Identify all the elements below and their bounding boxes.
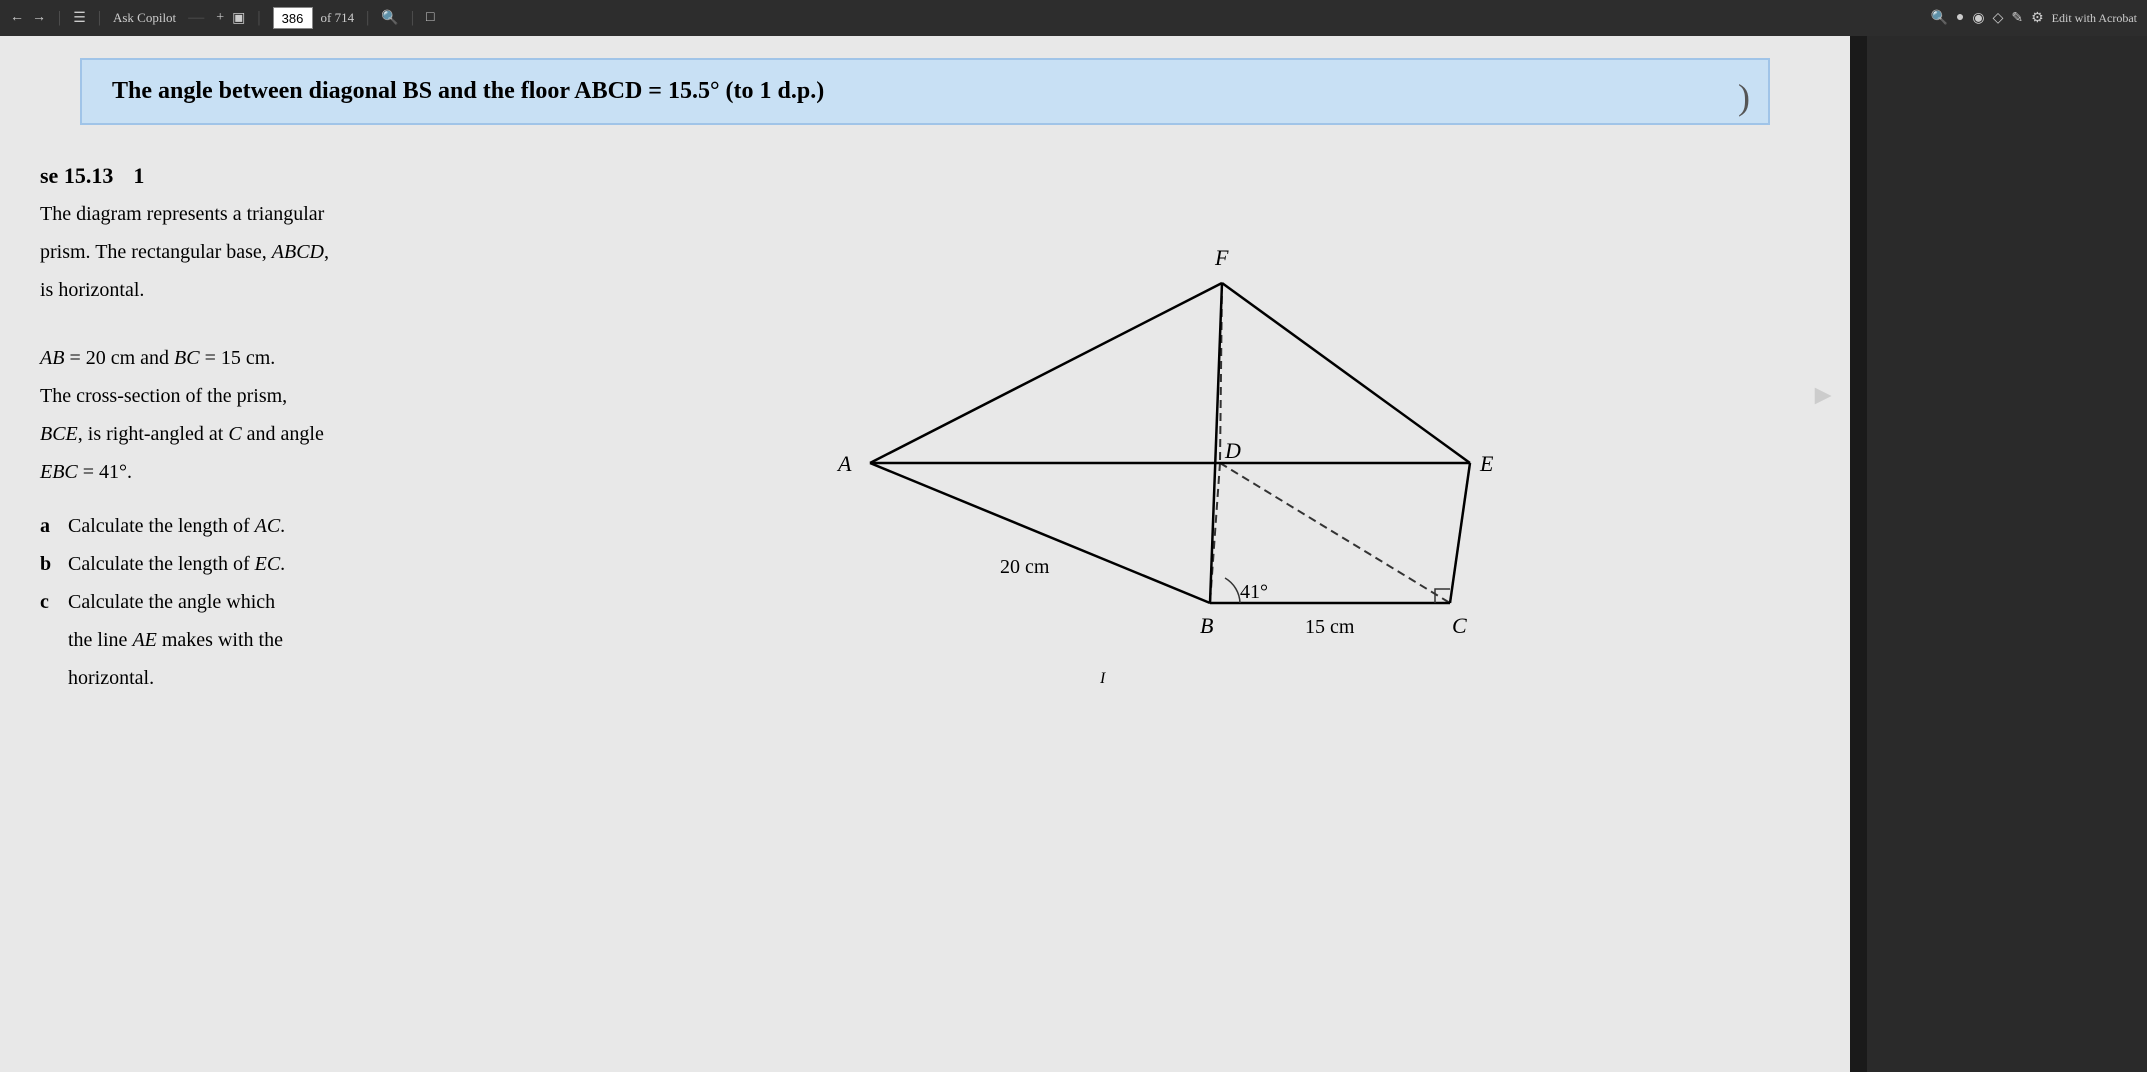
answer-banner: The angle between diagonal BS and the fl… <box>80 58 1770 125</box>
part-b-row: b Calculate the length of EC. <box>40 545 470 583</box>
answer-banner-text: The angle between diagonal BS and the fl… <box>112 78 824 104</box>
part-a-text: Calculate the length of AC. <box>68 507 285 545</box>
edge-FA <box>870 283 1222 463</box>
edge-AB <box>870 463 1210 603</box>
bookmark-icon[interactable]: ◉ <box>1972 10 1984 27</box>
prism-svg: F A D E B C 20 cm 15 cm 41° <box>770 183 1550 703</box>
part-a-letter: a <box>40 507 56 545</box>
right-dark-panel <box>1867 36 2147 1072</box>
share-icon[interactable]: ● <box>1956 10 1964 26</box>
desc-line-3: is horizontal. <box>40 275 470 305</box>
zoom-icon[interactable]: 🔍 <box>381 10 398 27</box>
content-area: se 15.13 1 The diagram represents a tria… <box>0 163 1850 1072</box>
back-button[interactable]: ← <box>10 10 24 26</box>
edge-FE <box>1222 283 1470 463</box>
label-D: D <box>1224 438 1241 463</box>
copilot-label: Ask Copilot <box>113 10 176 26</box>
label-E: E <box>1479 451 1494 476</box>
page-total: of 714 <box>321 10 355 26</box>
desc-line-1: The diagram represents a triangular <box>40 199 470 229</box>
desc-line-7: EBC = 41°. <box>40 457 470 487</box>
exercise-number: 1 <box>133 163 144 189</box>
exercise-description: The diagram represents a triangular pris… <box>40 199 470 487</box>
edge-EC <box>1450 463 1470 603</box>
label-I: I <box>1099 670 1106 687</box>
toolbar-right: 🔍 ● ◉ ◇ ✎ ⚙ Edit with Acrobat <box>1930 10 2137 27</box>
curve-symbol: ) <box>1738 76 1750 118</box>
settings-icon[interactable]: ⚙ <box>2031 10 2044 27</box>
part-c-letter: c <box>40 583 56 621</box>
part-b-letter: b <box>40 545 56 583</box>
part-c-row: c Calculate the angle whichthe line AE m… <box>40 583 470 697</box>
toolbar: ← → | ☰ | Ask Copilot — + ▣ | of 714 | 🔍… <box>0 0 2147 36</box>
separator-1: | <box>58 9 61 27</box>
label-41deg: 41° <box>1240 581 1268 603</box>
section-label: se 15.13 <box>40 163 113 189</box>
label-A: A <box>836 451 852 476</box>
separator-3: — <box>188 9 204 27</box>
separator-4: | <box>257 9 260 27</box>
angle-arc <box>1225 578 1240 603</box>
separator-6: | <box>411 9 414 27</box>
separator-2: | <box>98 9 101 27</box>
edit-acrobat-button[interactable]: Edit with Acrobat <box>2052 11 2137 26</box>
part-b-text: Calculate the length of EC. <box>68 545 285 583</box>
panel-icon[interactable]: ☰ <box>73 10 86 27</box>
plus-icon[interactable]: + <box>216 10 224 26</box>
label-20cm: 20 cm <box>1000 556 1050 578</box>
left-panel: se 15.13 1 The diagram represents a tria… <box>40 163 470 1072</box>
forward-button[interactable]: → <box>32 10 46 26</box>
exercise-header: se 15.13 1 <box>40 163 470 189</box>
page-number-input[interactable] <box>273 7 313 29</box>
cursor-icon: ► <box>1809 380 1837 412</box>
label-C: C <box>1452 613 1467 638</box>
separator-5: | <box>366 9 369 27</box>
camera-icon[interactable]: ▣ <box>232 10 245 27</box>
label-15cm: 15 cm <box>1305 616 1355 638</box>
desc-line-2: prism. The rectangular base, ABCD, <box>40 237 470 267</box>
exercise-parts: a Calculate the length of AC. b Calculat… <box>40 507 470 697</box>
copy-icon[interactable]: □ <box>426 10 434 26</box>
label-F: F <box>1214 245 1229 270</box>
desc-line-4: AB = 20 cm and BC = 15 cm. <box>40 343 470 373</box>
part-c-text: Calculate the angle whichthe line AE mak… <box>68 583 283 697</box>
desc-line-5: The cross-section of the prism, <box>40 381 470 411</box>
print-icon[interactable]: ◇ <box>1993 10 2004 27</box>
desc-line-6: BCE, is right-angled at C and angle <box>40 419 470 449</box>
search-icon[interactable]: 🔍 <box>1930 10 1947 27</box>
edit-icon[interactable]: ✎ <box>2011 10 2023 27</box>
part-a-row: a Calculate the length of AC. <box>40 507 470 545</box>
main-content: The angle between diagonal BS and the fl… <box>0 36 1850 1072</box>
label-B: B <box>1200 613 1213 638</box>
diagram-panel: F A D E B C 20 cm 15 cm 41° <box>510 163 1810 1072</box>
